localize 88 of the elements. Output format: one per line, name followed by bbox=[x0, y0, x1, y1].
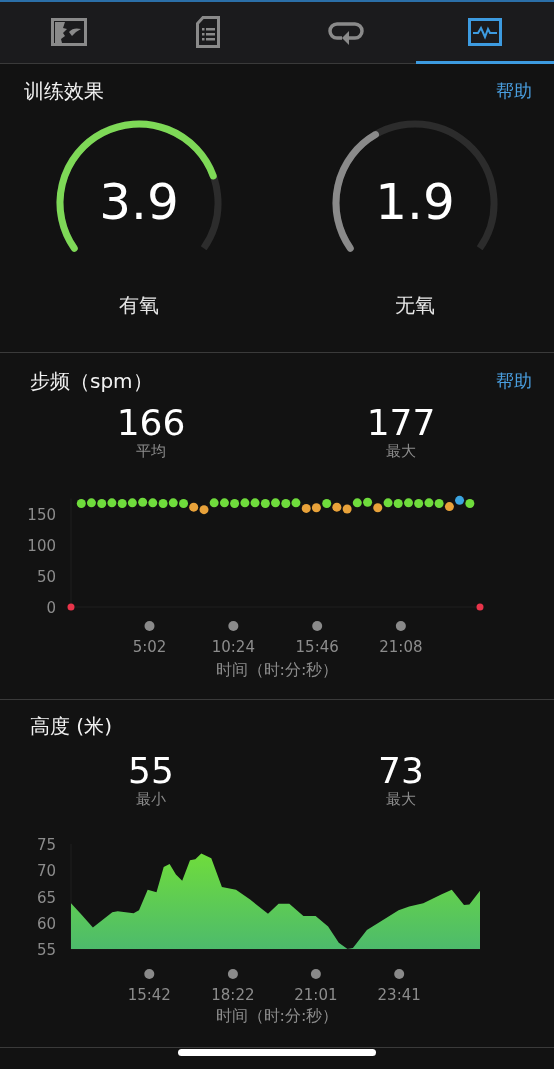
axis-title: 时间（时:分:秒） bbox=[215, 1006, 339, 1026]
y-axis-label: 100 bbox=[27, 537, 56, 555]
data-point bbox=[322, 498, 332, 508]
data-point bbox=[465, 498, 475, 508]
stat-value: 55 bbox=[128, 752, 174, 790]
data-point bbox=[250, 498, 260, 508]
tick-dot bbox=[144, 969, 155, 979]
data-point bbox=[97, 498, 107, 508]
data-point bbox=[373, 503, 383, 513]
data-point bbox=[444, 502, 454, 512]
document-list-icon bbox=[195, 15, 220, 48]
map-icon bbox=[51, 17, 88, 46]
data-point bbox=[179, 498, 189, 508]
axis-title: 时间（时:分:秒） bbox=[215, 660, 339, 680]
tick-dot bbox=[227, 969, 238, 979]
x-axis-label: 21:08 bbox=[379, 638, 423, 656]
data-point bbox=[138, 497, 148, 507]
stat-value: 177 bbox=[366, 404, 436, 442]
data-point bbox=[281, 498, 291, 508]
y-axis-label: 70 bbox=[36, 862, 56, 881]
data-point bbox=[455, 495, 465, 505]
data-point bbox=[404, 498, 413, 508]
stat-label: 最小 bbox=[136, 790, 166, 808]
data-point bbox=[271, 498, 280, 508]
x-axis-label: 21:01 bbox=[294, 986, 338, 1004]
data-point bbox=[342, 504, 352, 514]
y-axis-label: 75 bbox=[36, 836, 56, 854]
stat-label: 平均 bbox=[136, 442, 166, 460]
data-point bbox=[383, 498, 393, 508]
data-point bbox=[107, 498, 117, 508]
x-axis-label: 18:22 bbox=[211, 986, 255, 1004]
x-axis-label: 5:02 bbox=[132, 638, 167, 656]
data-point bbox=[240, 498, 250, 508]
section-title: 高度 (米) bbox=[30, 713, 112, 739]
data-point bbox=[393, 498, 403, 508]
y-axis-label: 150 bbox=[27, 506, 56, 524]
tick-dot bbox=[144, 621, 155, 631]
data-point bbox=[189, 502, 199, 512]
data-point bbox=[414, 498, 424, 508]
data-point bbox=[117, 498, 127, 508]
tick-dot bbox=[312, 621, 323, 631]
data-point bbox=[301, 503, 311, 513]
gauge-label: 无氧 bbox=[395, 292, 435, 319]
stat-value: 73 bbox=[378, 752, 424, 790]
y-axis-label: 55 bbox=[36, 941, 56, 959]
data-point bbox=[434, 498, 444, 508]
data-point bbox=[424, 498, 434, 508]
y-axis-label: 50 bbox=[36, 568, 56, 586]
stat-value: 166 bbox=[116, 404, 186, 442]
y-axis-label: 60 bbox=[36, 914, 56, 933]
tick-dot bbox=[228, 621, 239, 631]
y-axis-label: 65 bbox=[36, 888, 56, 907]
data-point bbox=[199, 505, 209, 515]
help-link[interactable]: 帮助 bbox=[496, 78, 532, 104]
data-point bbox=[209, 498, 219, 508]
data-point bbox=[230, 498, 240, 508]
data-point bbox=[148, 498, 158, 508]
data-point bbox=[76, 498, 86, 508]
y-axis-label: 0 bbox=[46, 599, 56, 617]
x-axis-label: 15:42 bbox=[127, 986, 171, 1004]
tick-dot bbox=[394, 969, 405, 979]
data-point bbox=[67, 603, 75, 611]
activity-chart-icon bbox=[467, 17, 502, 46]
data-point bbox=[311, 503, 321, 513]
data-point bbox=[86, 498, 96, 508]
data-point bbox=[158, 498, 168, 508]
data-point bbox=[260, 498, 270, 508]
data-point bbox=[168, 498, 178, 508]
x-axis-label: 23:41 bbox=[377, 986, 421, 1004]
tick-dot bbox=[395, 621, 406, 631]
stat-label: 最大 bbox=[386, 790, 416, 808]
data-point bbox=[219, 498, 229, 508]
data-point bbox=[291, 498, 301, 508]
tick-dot bbox=[310, 969, 321, 979]
data-point bbox=[352, 498, 362, 508]
help-link[interactable]: 帮助 bbox=[496, 368, 532, 394]
data-point bbox=[363, 497, 373, 507]
data-point bbox=[332, 502, 342, 512]
stat-label: 最大 bbox=[386, 442, 416, 460]
section-title: 训练效果 bbox=[24, 78, 104, 104]
x-axis-label: 15:46 bbox=[295, 638, 339, 656]
data-point bbox=[127, 498, 137, 508]
data-point bbox=[476, 603, 484, 611]
x-axis-label: 10:24 bbox=[211, 638, 255, 656]
section-title: 步频（spm） bbox=[30, 368, 153, 394]
gauge-value: 3.9 bbox=[99, 177, 179, 227]
gauge-value: 1.9 bbox=[375, 177, 455, 227]
gauge-label: 有氧 bbox=[119, 292, 159, 319]
